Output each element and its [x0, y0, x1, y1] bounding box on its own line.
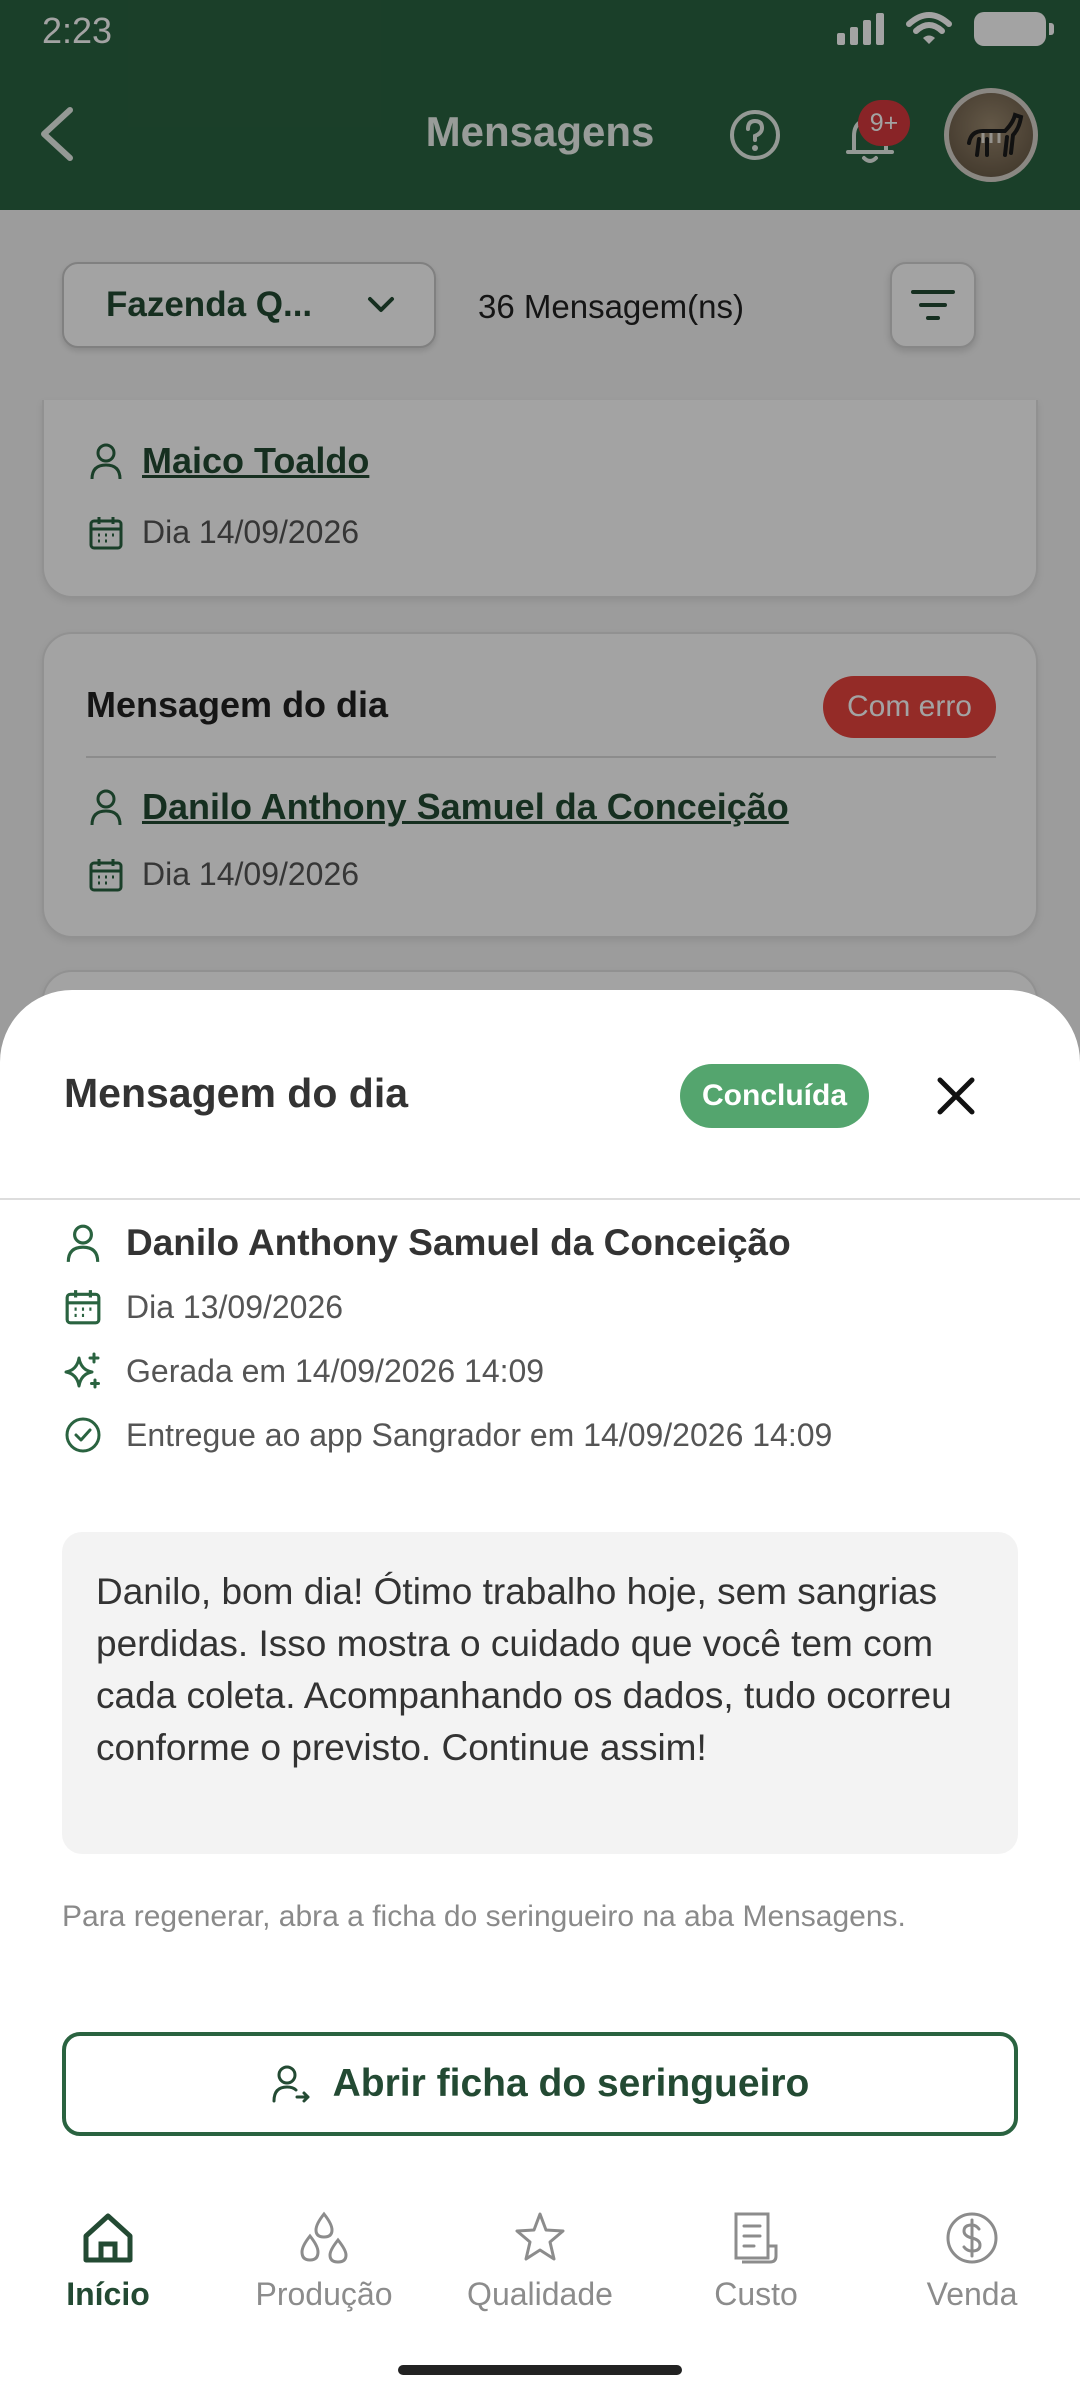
user-icon: [66, 1224, 100, 1262]
drops-icon: [300, 2211, 348, 2264]
dollar-icon: [946, 2212, 998, 2264]
nav-label: Venda: [926, 2276, 1018, 2312]
home-icon: [83, 2213, 133, 2263]
nav-item-qualidade[interactable]: Qualidade: [432, 2210, 648, 2313]
generated-row: Gerada em 14/09/2026 14:09: [64, 1352, 544, 1390]
nav-label: Custo: [714, 2276, 798, 2312]
nav-item-venda[interactable]: Venda: [864, 2210, 1080, 2313]
nav-item-inicio[interactable]: Início: [0, 2210, 216, 2313]
star-icon: [515, 2212, 565, 2261]
delivered-at: Entregue ao app Sangrador em 14/09/2026 …: [126, 1416, 833, 1453]
sparkles-icon: [64, 1352, 100, 1389]
nav-label: Qualidade: [467, 2276, 613, 2312]
date-row: Dia 13/09/2026: [64, 1288, 343, 1326]
message-body: Danilo, bom dia! Ótimo trabalho hoje, se…: [62, 1532, 1018, 1854]
worker-row: Danilo Anthony Samuel da Conceição: [64, 1222, 791, 1264]
check-circle-icon: [65, 1417, 101, 1453]
user-arrow-icon: [272, 2065, 310, 2103]
nav-label: Início: [66, 2276, 150, 2312]
calendar-icon: [65, 1290, 101, 1325]
nav-item-custo[interactable]: Custo: [648, 2210, 864, 2313]
nav-label: Produção: [255, 2276, 393, 2312]
close-button[interactable]: [930, 1070, 982, 1122]
delivered-row: Entregue ao app Sangrador em 14/09/2026 …: [64, 1416, 832, 1454]
divider: [0, 1198, 1080, 1200]
status-badge: Concluída: [680, 1064, 870, 1128]
nav-item-producao[interactable]: Produção: [216, 2210, 432, 2313]
home-indicator[interactable]: [398, 2365, 682, 2375]
open-worker-profile-label: Abrir ficha do seringueiro: [332, 2062, 810, 2105]
sheet-title: Mensagem do dia: [64, 1070, 409, 1116]
open-worker-profile-button[interactable]: Abrir ficha do seringueiro: [62, 2032, 1018, 2136]
receipt-icon: [734, 2212, 778, 2264]
message-date: Dia 13/09/2026: [126, 1288, 344, 1325]
regenerate-hint: Para regenerar, abra a ficha do seringue…: [62, 1900, 906, 1933]
worker-name: Danilo Anthony Samuel da Conceição: [126, 1222, 791, 1263]
generated-at: Gerada em 14/09/2026 14:09: [126, 1352, 545, 1389]
